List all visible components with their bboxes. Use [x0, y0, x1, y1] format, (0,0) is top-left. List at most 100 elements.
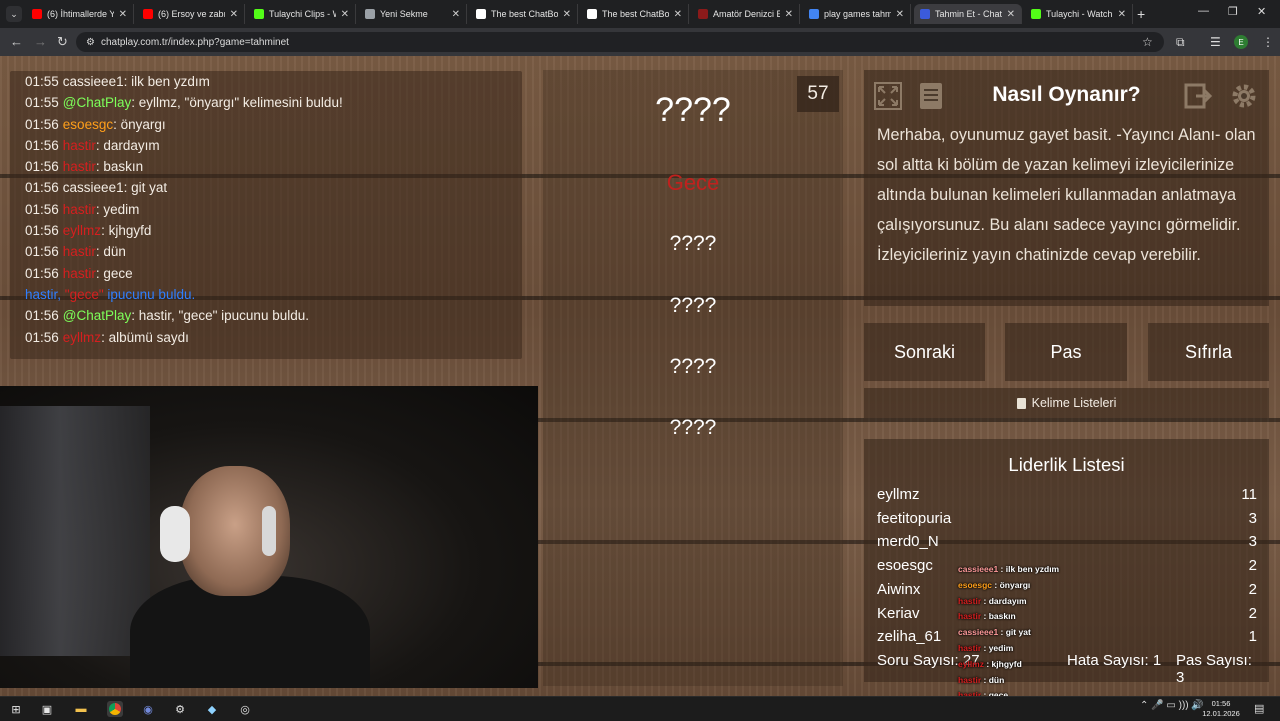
browser-tab[interactable]: Yeni Sekme ✕ [359, 4, 467, 24]
clock-time: 01:56 [1211, 699, 1231, 708]
chat-username[interactable]: eyllmz [63, 330, 101, 345]
chat-timestamp: 01:56 [25, 201, 59, 217]
reset-button[interactable]: Sıfırla [1148, 323, 1269, 381]
next-button[interactable]: Sonraki [864, 323, 985, 381]
tab-close-icon[interactable]: ✕ [896, 9, 904, 20]
start-windows-icon[interactable]: ⊞ [8, 701, 24, 717]
browser-tab[interactable]: play games tahmi ✕ [803, 4, 911, 24]
chat-username[interactable]: hastir [63, 266, 96, 281]
system-tray[interactable]: ⌃ 🎤 ▭ ))) 🔊 [1140, 700, 1204, 711]
extensions-icon[interactable]: ⧉ [1176, 35, 1185, 50]
task-view-icon[interactable]: ▣ [39, 701, 55, 717]
chat-username[interactable]: hastir [63, 159, 96, 174]
chat-username[interactable]: hastir [63, 202, 96, 217]
chat-timestamp: 01:56 [25, 244, 59, 260]
tab-search-button[interactable]: ⌄ [6, 6, 22, 22]
app-icon[interactable]: ◆ [204, 701, 220, 717]
minimize-button[interactable]: — [1198, 5, 1209, 17]
leaderboard-score: 3 [1248, 533, 1257, 551]
taskbar: ⊞ ▣ ▬ ◉ ⚙ ◆ ◎ ⌃ 🎤 ▭ ))) 🔊 01:56 12.01.20… [0, 696, 1280, 721]
tab-title: Tulaychi Clips - W [269, 9, 336, 19]
browser-tab[interactable]: Tahmin Et - Chatl ✕ [914, 4, 1022, 24]
chat-username[interactable]: @ChatPlay [63, 95, 131, 110]
overlay-chat-message: hastir : yedim [958, 641, 1138, 657]
stream-chat-overlay: cassieee1 : ilk ben yzdım esoesgc : önyar… [958, 562, 1138, 696]
file-explorer-icon[interactable]: ▬ [73, 701, 89, 717]
chat-username[interactable]: eyllmz [63, 223, 101, 238]
word-lists-button[interactable]: Kelime Listeleri [864, 388, 1269, 418]
reload-button[interactable]: ↻ [57, 34, 68, 50]
chat-message: 01:56 hastir: gece [25, 263, 515, 284]
leaderboard-name: merd0_N [877, 533, 939, 551]
tab-title: The best ChatBot [491, 9, 558, 19]
chat-username[interactable]: esoesgc [63, 117, 113, 132]
clock[interactable]: 01:56 12.01.2026 [1196, 699, 1246, 719]
back-button[interactable]: ← [10, 34, 23, 49]
overlay-chat-username: hastir [958, 642, 982, 653]
forbidden-word-hidden: ???? [669, 355, 717, 378]
tab-close-icon[interactable]: ✕ [1118, 9, 1126, 20]
chat-username[interactable]: cassieee1 [63, 74, 124, 89]
browser-tab[interactable]: The best ChatBot ✕ [581, 4, 689, 24]
pass-button[interactable]: Pas [1005, 323, 1127, 381]
forbidden-word-hidden: ???? [669, 416, 717, 439]
chrome-icon[interactable] [107, 701, 123, 717]
tab-close-icon[interactable]: ✕ [674, 9, 682, 20]
profile-avatar[interactable]: E [1234, 35, 1248, 49]
headphone-right [262, 506, 276, 556]
tab-close-icon[interactable]: ✕ [452, 9, 460, 20]
tab-title: play games tahmi [824, 9, 891, 19]
chat-text: : gece [95, 265, 133, 281]
settings-gear-icon[interactable] [1226, 78, 1262, 114]
site-info-icon[interactable]: ⚙ [86, 37, 95, 48]
tab-favicon-icon [587, 9, 597, 19]
browser-tab[interactable]: Tulaychi Clips - W ✕ [248, 4, 356, 24]
game-page: 01:55 cassieee1: ilk ben yzdım 01:55 @ChatP… [0, 56, 1280, 696]
chat-text: : eyllmz, "önyargı" kelimesini buldu! [131, 95, 343, 111]
overlay-chat-text: : önyargı [992, 579, 1031, 590]
settings-app-icon[interactable]: ⚙ [172, 701, 188, 717]
browser-tab[interactable]: The best ChatBot ✕ [470, 4, 578, 24]
bookmark-star-icon[interactable]: ☆ [1142, 35, 1153, 49]
chat-username[interactable]: hastir [63, 244, 96, 259]
close-window-button[interactable]: ✕ [1257, 5, 1266, 18]
chat-username[interactable]: hastir, [25, 287, 65, 302]
leaderboard-score: 11 [1241, 486, 1257, 503]
tab-close-icon[interactable]: ✕ [119, 9, 127, 20]
leaderboard-row: feetitopuria 3 [877, 510, 1257, 534]
forward-button[interactable]: → [34, 34, 47, 49]
url-text: chatplay.com.tr/index.php?game=tahminet [100, 36, 289, 48]
browser-tab[interactable]: (6) Ersoy ve zabıta ✕ [137, 4, 245, 24]
discord-icon[interactable]: ◉ [140, 701, 156, 717]
address-bar[interactable]: ⚙ chatplay.com.tr/index.php?game=tahmine… [76, 32, 1164, 52]
tab-title: Tulaychi - Watch [1046, 9, 1113, 19]
browser-menu-icon[interactable]: ⋮ [1262, 35, 1274, 49]
tab-close-icon[interactable]: ✕ [341, 9, 349, 20]
chat-panel: 01:55 cassieee1: ilk ben yzdım 01:55 @ChatP… [10, 71, 522, 359]
browser-tab[interactable]: Amatör Denizci E ✕ [692, 4, 800, 24]
exit-icon[interactable] [1181, 78, 1217, 114]
browser-tab[interactable]: Tulaychi - Watch ✕ [1025, 4, 1133, 24]
overlay-chat-text: : git yat [998, 627, 1031, 638]
chat-username[interactable]: hastir [63, 138, 96, 153]
browser-tab[interactable]: (6) İhtimallerde Yeni ✕ [26, 4, 134, 24]
tab-close-icon[interactable]: ✕ [563, 9, 571, 20]
overlay-chat-message: hastir : dardayım [958, 594, 1138, 610]
media-control-icon[interactable]: ☰ [1210, 35, 1221, 49]
word-lists-label: Kelime Listeleri [1031, 396, 1117, 410]
tab-close-icon[interactable]: ✕ [785, 9, 793, 20]
tab-close-icon[interactable]: ✕ [230, 9, 238, 20]
chat-message: 01:56 @ChatPlay: hastir, "gece" ipucunu b… [25, 305, 515, 326]
chat-username[interactable]: cassieee1 [63, 180, 124, 195]
tab-close-icon[interactable]: ✕ [1007, 9, 1015, 20]
tab-favicon-icon [698, 9, 708, 19]
browser-tab-bar: ⌄ (6) İhtimallerde Yeni✕(6) Ersoy ve zab… [0, 0, 1280, 28]
restore-button[interactable]: ❐ [1228, 5, 1238, 18]
chat-username[interactable]: @ChatPlay [63, 308, 131, 323]
obs-icon[interactable]: ◎ [237, 701, 253, 717]
tab-favicon-icon [1031, 9, 1041, 19]
new-tab-button[interactable]: + [1137, 6, 1145, 22]
chat-message: 01:56 hastir: dün [25, 241, 515, 262]
leaderboard-name: esoesgc [877, 557, 933, 575]
notification-icon[interactable]: ▤ [1254, 702, 1264, 715]
